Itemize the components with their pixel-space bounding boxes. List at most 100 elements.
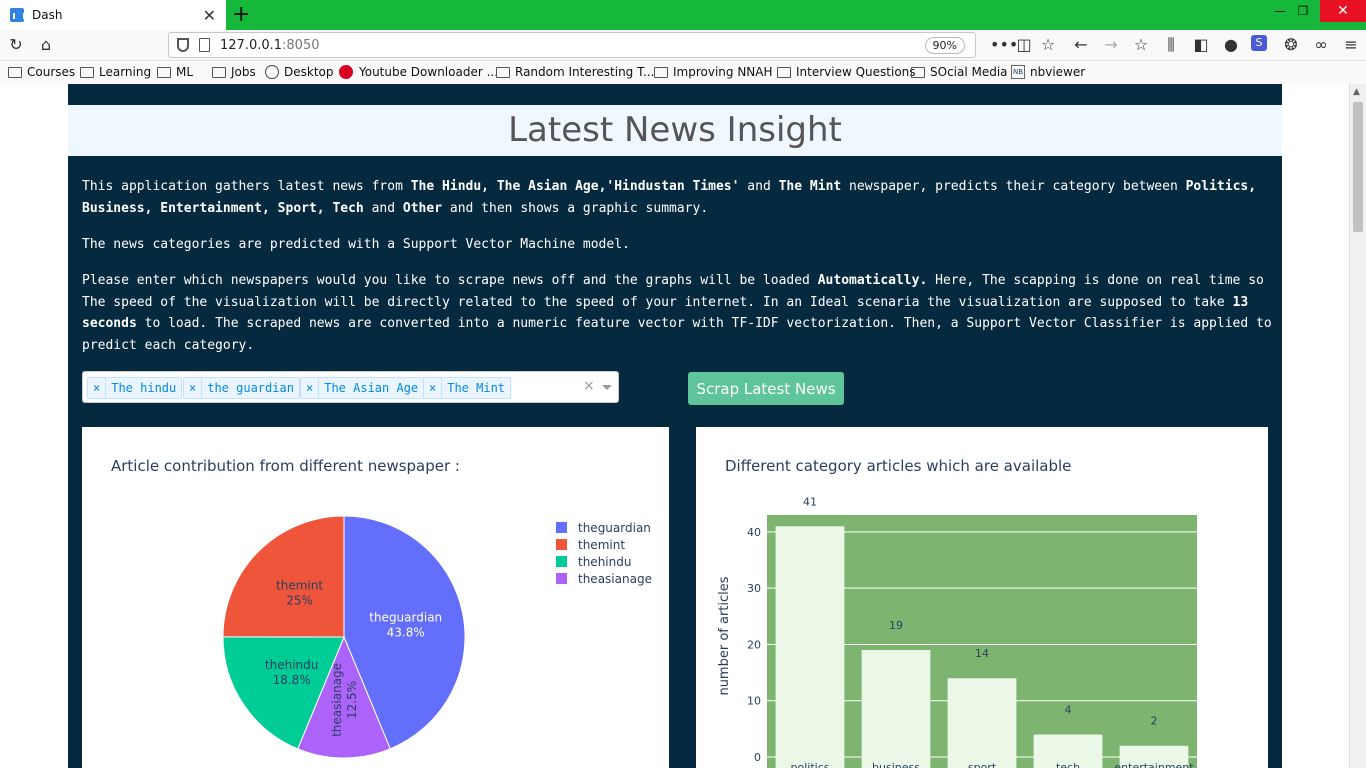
remove-chip-icon[interactable]: × <box>184 378 203 398</box>
private-mask-icon[interactable]: ∞ <box>1311 35 1331 54</box>
restore-window-icon[interactable]: ❐ <box>1283 0 1323 22</box>
folder-icon <box>654 66 668 78</box>
bookmark-item[interactable]: SOcial Media <box>911 65 1008 79</box>
zoom-level-badge[interactable]: 90% <box>924 37 965 54</box>
pie-slice-themint[interactable] <box>222 515 345 638</box>
chip-label: the guardian <box>207 381 294 395</box>
tracking-shield-icon[interactable] <box>177 38 189 52</box>
scrollbar-thumb[interactable] <box>1353 102 1363 232</box>
bookmark-label: Jobs <box>231 65 256 79</box>
pocket-icon[interactable]: ◫ <box>1014 35 1034 54</box>
legend-swatch-theguardian[interactable] <box>556 522 567 533</box>
vertical-scrollbar[interactable]: ▲ <box>1349 84 1366 768</box>
folder-icon <box>496 66 510 78</box>
legend-label-thehindu[interactable]: thehindu <box>578 555 631 569</box>
reload-icon[interactable]: ↻ <box>6 35 26 54</box>
address-bar[interactable]: 127.0.0.1:8050 90% <box>168 32 976 58</box>
legend-swatch-theasianage[interactable] <box>556 573 567 584</box>
browser-tab[interactable]: Dash ✕ <box>0 0 226 30</box>
svg-text:25%: 25% <box>286 593 313 607</box>
folder-icon <box>8 66 22 78</box>
bookmark-label: ML <box>176 65 194 79</box>
bar-chart-title: Different category articles which are av… <box>725 457 1072 475</box>
bar-business[interactable] <box>861 650 931 768</box>
y-tick-label: 10 <box>747 695 761 708</box>
tab-title: Dash <box>32 8 63 22</box>
page-actions-icon[interactable]: ••• <box>990 35 1018 54</box>
scroll-up-arrow-icon[interactable]: ▲ <box>1353 87 1360 97</box>
hamburger-menu-icon[interactable]: ≡ <box>1341 35 1361 54</box>
bar-value-label: 2 <box>1151 715 1158 728</box>
bookmark-item[interactable]: Improving NNAH <box>654 65 773 79</box>
bar-sport[interactable] <box>947 678 1017 768</box>
x-tick-label: tech <box>1056 761 1080 768</box>
bookmark-item[interactable]: Courses <box>8 65 75 79</box>
extension-colors-icon[interactable]: ❂ <box>1281 35 1301 54</box>
legend-label-themint[interactable]: themint <box>578 538 625 552</box>
bookmark-star-icon[interactable]: ☆ <box>1038 35 1058 54</box>
pie-slice-label-thehindu: thehindu18.8% <box>265 658 318 687</box>
forward-arrow-icon[interactable]: → <box>1101 35 1121 54</box>
page-info-icon[interactable] <box>199 38 210 52</box>
page-title: Latest News Insight <box>68 105 1282 156</box>
svg-text:18.8%: 18.8% <box>273 673 311 687</box>
bar-value-label: 4 <box>1065 703 1072 716</box>
bookmarks-toolbar: Courses Learning ML Jobs Desktop Youtube… <box>0 62 1366 84</box>
bookmark-label: Interview Questions <box>796 65 916 79</box>
remove-chip-icon[interactable]: × <box>88 378 107 398</box>
x-tick-label: politics <box>791 761 830 768</box>
pie-chart: theguardian43.8%theasianage 12.5%thehindu… <box>222 515 652 759</box>
close-window-icon[interactable]: ✕ <box>1320 0 1366 22</box>
bookmark-item[interactable]: Youtube Downloader ... <box>339 65 498 79</box>
chip-label: The Asian Age <box>324 381 419 395</box>
selected-chip-the-hindu: × The hindu <box>87 377 183 399</box>
library-icon[interactable]: ⫼ <box>1161 35 1181 55</box>
scrap-latest-news-button[interactable]: Scrap Latest News <box>688 372 844 405</box>
clear-selection-icon[interactable]: × <box>583 378 595 394</box>
bookmark-item[interactable]: Learning <box>80 65 151 79</box>
selected-chip-the-mint: × The Mint <box>423 377 512 399</box>
bookmark-item[interactable]: Desktop <box>265 65 334 79</box>
close-tab-icon[interactable]: ✕ <box>203 6 216 25</box>
selected-chip-the-guardian: × the guardian <box>183 377 300 399</box>
bookmark-item[interactable]: Jobs <box>212 65 256 79</box>
bookmarks-menu-icon[interactable]: ☆ <box>1131 35 1151 54</box>
folder-icon <box>911 66 925 78</box>
newspaper-multiselect-dropdown[interactable]: × The hindu × the guardian × The Asian Age … <box>82 371 619 403</box>
bar-politics[interactable] <box>775 526 845 768</box>
bookmark-item[interactable]: ML <box>157 65 193 79</box>
remove-chip-icon[interactable]: × <box>424 378 443 398</box>
bookmark-label: Youtube Downloader ... <box>359 65 499 79</box>
svg-text:43.8%: 43.8% <box>387 626 425 640</box>
bookmark-item[interactable]: NB nbviewer <box>1011 65 1085 79</box>
bookmark-item[interactable]: Random Interesting T... <box>496 65 654 79</box>
x-tick-label: business <box>872 761 920 768</box>
home-icon[interactable]: ⌂ <box>36 35 56 54</box>
folder-icon <box>80 66 94 78</box>
new-tab-icon[interactable]: + <box>232 2 250 27</box>
sidebar-icon[interactable]: ◧ <box>1191 35 1211 54</box>
browser-tab-bar: Dash ✕ + — ❐ ✕ <box>0 0 1366 30</box>
legend-swatch-themint[interactable] <box>556 539 567 550</box>
bookmark-label: Random Interesting T... <box>515 65 655 79</box>
x-tick-label: entertainment <box>1114 761 1194 768</box>
y-tick-label: 0 <box>754 751 761 764</box>
extension-s-icon[interactable]: S <box>1251 35 1267 51</box>
svg-text:themint: themint <box>276 578 323 592</box>
legend-swatch-thehindu[interactable] <box>556 556 567 567</box>
intro-paragraph-2: The news categories are predicted with a… <box>82 237 630 252</box>
x-tick-label: sport <box>968 761 997 768</box>
back-arrow-icon[interactable]: ← <box>1071 35 1091 54</box>
pie-chart-title: Article contribution from different news… <box>111 457 460 475</box>
legend-label-theasianage[interactable]: theasianage <box>578 572 652 586</box>
svg-text:theasianage: theasianage <box>330 663 344 737</box>
legend-label-theguardian[interactable]: theguardian <box>578 521 651 535</box>
y-tick-label: 20 <box>747 638 761 651</box>
bar-value-label: 19 <box>889 619 903 632</box>
remove-chip-icon[interactable]: × <box>301 378 320 398</box>
account-icon[interactable]: ● <box>1221 35 1241 54</box>
bookmark-item[interactable]: Interview Questions <box>777 65 916 79</box>
dash-favicon-icon <box>10 8 25 22</box>
chevron-down-icon[interactable] <box>602 385 612 390</box>
url-port: :8050 <box>282 37 320 53</box>
